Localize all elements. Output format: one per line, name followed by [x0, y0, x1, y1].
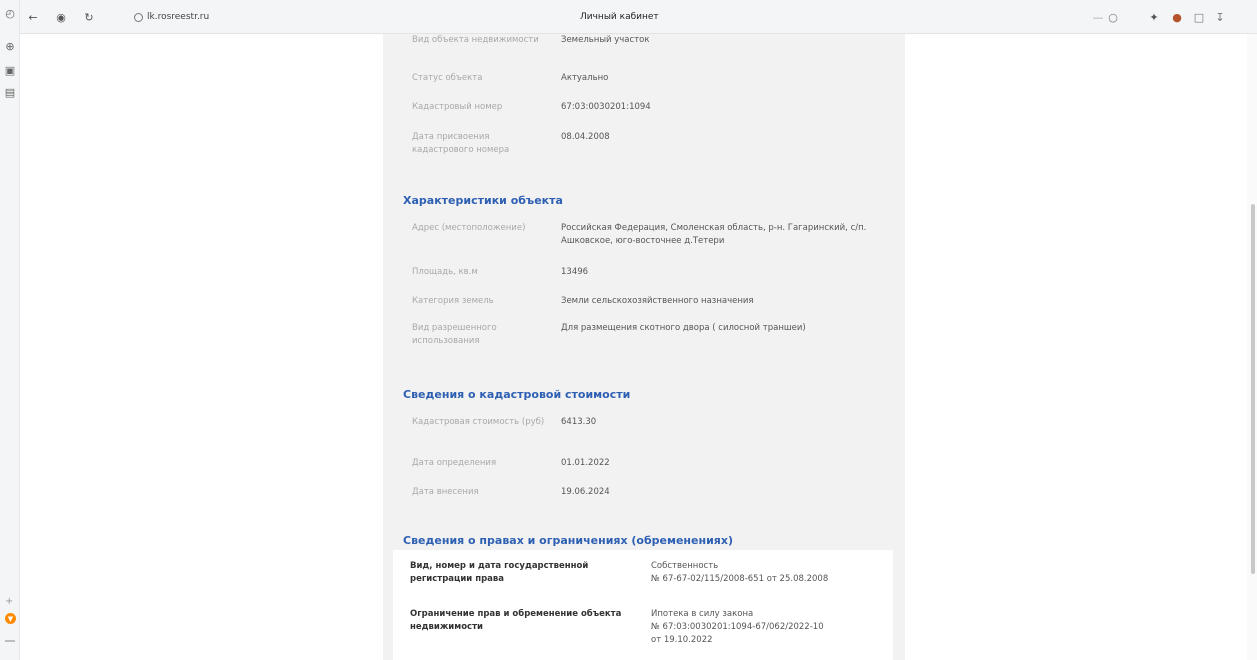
row-value: Актуально — [561, 73, 609, 83]
row-label: Кадастровая стоимость (руб) — [412, 417, 545, 427]
row-value: 01.01.2022 — [561, 458, 610, 468]
encumbrance-number: № 67:03:0030201:1094-67/062/2022-10 — [651, 622, 824, 632]
row-label: Дата присвоения кадастрового номера — [412, 132, 510, 155]
site-info-icon[interactable] — [134, 12, 143, 22]
encumbrance-date: от 19.10.2022 — [651, 635, 713, 645]
rights-card: Вид, номер и дата государственной регист… — [393, 550, 893, 660]
url-text: lk.rosreestr.ru — [147, 12, 210, 22]
search-icon[interactable]: ○ — [1106, 10, 1120, 24]
row-value: Собственность № 67-67-02/115/2008-651 от… — [651, 560, 886, 586]
browser-toolbar: ← ◉ ↻ lk.rosreestr.ru Личный кабинет — ○… — [20, 0, 1257, 34]
protect-icon[interactable]: ◉ — [54, 10, 68, 24]
object-details-panel: Вид объекта недвижимости Земельный участ… — [383, 34, 905, 660]
alice-assistant-icon[interactable]: ▼ — [5, 613, 16, 624]
gallery-icon[interactable]: ▣ — [3, 63, 17, 77]
encumbrance-type: Ипотека в силу закона — [651, 609, 754, 619]
minimize-icon[interactable]: — — [1088, 10, 1108, 24]
row-value: Для размещения скотного двора ( силосной… — [561, 323, 806, 333]
row-label: Ограничение прав и обременение объекта н… — [410, 609, 622, 632]
downloads-icon[interactable]: ⊕ — [3, 39, 17, 53]
row-label: Вид объекта недвижимости — [412, 35, 539, 45]
profile-icon[interactable]: ● — [1170, 10, 1184, 24]
reload-icon[interactable]: ↻ — [82, 10, 96, 24]
row-label: Вид, номер и дата государственной регист… — [410, 561, 589, 584]
notes-icon[interactable]: ▤ — [3, 85, 17, 99]
row-label: Вид разрешенного использования — [412, 323, 497, 346]
scrollbar[interactable] — [1247, 34, 1257, 660]
row-label: Площадь, кв.м — [412, 267, 478, 277]
row-label: Дата определения — [412, 458, 497, 468]
browser-sidebar: ◴ ⊕ ▣ ▤ + ▼ — [0, 0, 20, 660]
right-number: № 67-67-02/115/2008-651 от 25.08.2008 — [651, 574, 829, 584]
row-value: 6413.30 — [561, 417, 597, 427]
download-icon[interactable]: ↧ — [1213, 10, 1227, 24]
scrollbar-thumb[interactable] — [1251, 204, 1255, 574]
row-label: Кадастровый номер — [412, 102, 503, 112]
row-value: Земельный участок — [561, 35, 650, 45]
row-label: Адрес (местоположение) — [412, 223, 526, 233]
row-value: 13496 — [561, 267, 589, 277]
cadastral-value-heading: Сведения о кадастровой стоимости — [403, 388, 631, 401]
characteristics-heading: Характеристики объекта — [403, 194, 563, 207]
right-type: Собственность — [651, 561, 719, 571]
history-icon[interactable]: ◴ — [3, 6, 17, 20]
row-value: Ипотека в силу закона № 67:03:0030201:10… — [651, 608, 886, 647]
address-bar[interactable]: lk.rosreestr.ru — [134, 12, 209, 22]
row-value: 19.06.2024 — [561, 487, 610, 497]
row-value: 67:03:0030201:1094 — [561, 102, 651, 112]
row-label: Дата внесения — [412, 487, 479, 497]
add-panel-icon[interactable]: + — [5, 596, 13, 607]
row-value: Земли сельскохозяйственного назначения — [561, 296, 754, 306]
page-title: Личный кабинет — [580, 12, 659, 22]
row-label: Категория земель — [412, 296, 494, 306]
row-label: Статус объекта — [412, 73, 483, 83]
share-icon[interactable]: □ — [1192, 10, 1206, 24]
back-arrow-icon[interactable]: ← — [26, 10, 40, 24]
row-value: Российская Федерация, Смоленская область… — [561, 223, 867, 246]
row-value: 08.04.2008 — [561, 132, 610, 142]
rights-heading: Сведения о правах и ограничениях (обреме… — [403, 534, 733, 547]
extension-icon[interactable]: ✦ — [1147, 10, 1161, 24]
sidebar-menu-icon[interactable] — [5, 640, 15, 642]
